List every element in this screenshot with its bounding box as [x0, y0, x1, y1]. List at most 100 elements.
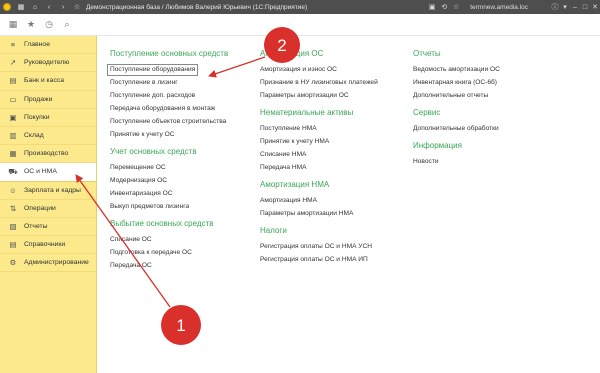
section-link[interactable]: Дополнительные обработки [413, 122, 563, 135]
section-link[interactable]: Параметры амортизации НМА [260, 207, 410, 220]
close-icon[interactable]: ✕ [590, 0, 600, 14]
section-link[interactable]: Новости [413, 155, 563, 168]
notification-icon[interactable]: ▣ [426, 0, 438, 14]
section-link[interactable]: Принятие к учету ОС [110, 128, 260, 141]
section-title: Амортизация НМА [260, 180, 330, 189]
section-group: Сервис Дополнительные обработки [413, 108, 563, 135]
section-link[interactable]: Дополнительные отчеты [413, 89, 563, 102]
link-equipment-receipt[interactable]: Поступление оборудования [107, 64, 199, 76]
chart-icon: ↗ [9, 58, 17, 68]
sidebar-item-reports[interactable]: ▧ Отчеты [0, 218, 96, 237]
maximize-icon[interactable]: □ [580, 0, 590, 14]
sidebar-item-main[interactable]: ≡ Главное [0, 36, 96, 55]
history-icon[interactable]: ◷ [42, 18, 56, 32]
sidebar-item-manager[interactable]: ↗ Руководителю [0, 54, 96, 73]
section-group: Нематериальные активы Поступление НМА Пр… [260, 108, 410, 174]
section-link[interactable]: Списание НМА [260, 148, 410, 161]
section-link[interactable]: Амортизация НМА [260, 194, 410, 207]
grid-icon[interactable]: ▦ [14, 0, 28, 14]
section-group: Амортизация ОС Амортизация и износ ОС Пр… [260, 49, 410, 102]
sidebar-item-label: Администрирование [24, 259, 89, 267]
sidebar-item-label: Руководителю [24, 59, 70, 67]
sidebar-item-label: Операции [24, 204, 56, 212]
section-link[interactable]: Регистрация оплаты ОС и НМА УСН [260, 240, 410, 253]
reports-icon: ▧ [9, 221, 17, 231]
sidebar-item-label: Главное [24, 41, 50, 49]
section-link[interactable]: Передача НМА [260, 161, 410, 174]
sections-sidebar: ≡ Главное ↗ Руководителю ▤ Банк и касса ▭ Пр… [0, 36, 97, 373]
section-link[interactable]: Инвентаризация ОС [110, 187, 260, 200]
section-title: Налоги [260, 226, 287, 235]
sidebar-item-warehouse[interactable]: ▥ Склад [0, 127, 96, 146]
sidebar-item-purchases[interactable]: ▣ Покупки [0, 109, 96, 127]
section-title: Отчеты [413, 49, 441, 58]
sidebar-item-catalogs[interactable]: ▤ Справочники [0, 236, 96, 255]
minimize-icon[interactable]: – [570, 0, 580, 14]
section-link[interactable]: Принятие к учету НМА [260, 135, 410, 148]
section-panel: Поступление основных средств Поступление… [98, 36, 600, 373]
section-link[interactable]: Списание ОС [110, 233, 260, 246]
sidebar-item-label: Банк и касса [24, 77, 65, 85]
truck-icon: ⛟ [8, 166, 18, 176]
back-icon[interactable]: ‹ [42, 0, 56, 14]
section-link[interactable]: Поступление объектов строительства [110, 115, 260, 128]
forward-icon[interactable]: › [56, 0, 70, 14]
section-link[interactable]: Ведомость амортизации ОС [413, 63, 563, 76]
column-1: Поступление основных средств Поступление… [107, 49, 260, 272]
section-group: Налоги Регистрация оплаты ОС и НМА УСН Р… [260, 226, 410, 266]
sidebar-item-fixed-assets[interactable]: ⛟ ОС и НМА [0, 163, 96, 182]
section-link[interactable]: Инвентарная книга (ОС-6б) [413, 76, 563, 89]
books-icon: ▤ [9, 240, 17, 250]
sidebar-item-label: ОС и НМА [24, 168, 57, 176]
sidebar-item-label: Справочники [24, 241, 66, 249]
column-2: Амортизация ОС Амортизация и износ ОС Пр… [260, 49, 410, 266]
warehouse-icon: ▥ [9, 131, 17, 141]
sidebar-item-operations[interactable]: ⇅ Операции [0, 200, 96, 218]
section-title: Учет основных средств [110, 147, 197, 156]
app-logo-icon[interactable] [0, 0, 14, 14]
star-fav-icon[interactable]: ☆ [450, 0, 462, 14]
section-title: Информация [413, 141, 462, 150]
server-name: termnew.amedia.loc [470, 3, 528, 11]
section-title: Поступление основных средств [110, 49, 229, 58]
star-icon[interactable]: ☆ [70, 0, 84, 14]
favorites-icon[interactable]: ★ [24, 18, 38, 32]
section-link[interactable]: Поступление в лизинг [110, 76, 260, 89]
sidebar-item-production[interactable]: ▦ Производство [0, 145, 96, 164]
settings-icon: ⚙ [9, 258, 17, 268]
section-link[interactable]: Выкуп предметов лизинга [110, 200, 260, 213]
section-group: Выбытие основных средств Списание ОС Под… [110, 219, 260, 272]
section-link[interactable]: Параметры амортизации ОС [260, 89, 410, 102]
section-link[interactable]: Модернизация ОС [110, 174, 260, 187]
sidebar-item-label: Продажи [24, 95, 53, 103]
list-icon: ≡ [10, 40, 16, 50]
history-icon[interactable]: ⟲ [438, 0, 450, 14]
section-link[interactable]: Перемещение ОС [110, 161, 260, 174]
sidebar-item-bank[interactable]: ▤ Банк и касса [0, 72, 96, 91]
section-link[interactable]: Поступление НМА [260, 122, 410, 135]
sidebar-item-admin[interactable]: ⚙ Администрирование [0, 254, 96, 273]
sidebar-item-sales[interactable]: ▭ Продажи [0, 91, 96, 109]
sales-icon: ▭ [9, 94, 17, 104]
purchases-icon: ▣ [9, 112, 17, 122]
bank-icon: ▤ [9, 76, 17, 86]
sidebar-item-label: Зарплата и кадры [24, 186, 81, 194]
section-link[interactable]: Передача ОС [110, 259, 260, 272]
section-title: Амортизация ОС [260, 49, 324, 58]
section-link[interactable]: Поступление доп. расходов [110, 89, 260, 102]
sidebar-item-salary[interactable]: ☺ Зарплата и кадры [0, 182, 96, 200]
section-link[interactable]: Передача оборудования в монтаж [110, 102, 260, 115]
info-icon[interactable]: ⓘ [550, 0, 560, 14]
people-icon: ☺ [9, 185, 17, 195]
home-icon[interactable]: ⌂ [28, 0, 42, 14]
factory-icon: ▦ [9, 149, 17, 159]
section-title: Выбытие основных средств [110, 219, 214, 228]
section-link[interactable]: Подготовка к передаче ОС [110, 246, 260, 259]
section-link[interactable]: Амортизация и износ ОС [260, 63, 410, 76]
section-link[interactable]: Регистрация оплаты ОС и НМА ИП [260, 253, 410, 266]
search-icon[interactable]: ⌕ [60, 18, 74, 32]
section-link[interactable]: Признание в НУ лизинговых платежей [260, 76, 410, 89]
section-title: Сервис [413, 108, 441, 117]
apps-grid-icon[interactable]: ▦ [6, 18, 20, 32]
menu-icon[interactable]: ▾ [560, 0, 570, 14]
